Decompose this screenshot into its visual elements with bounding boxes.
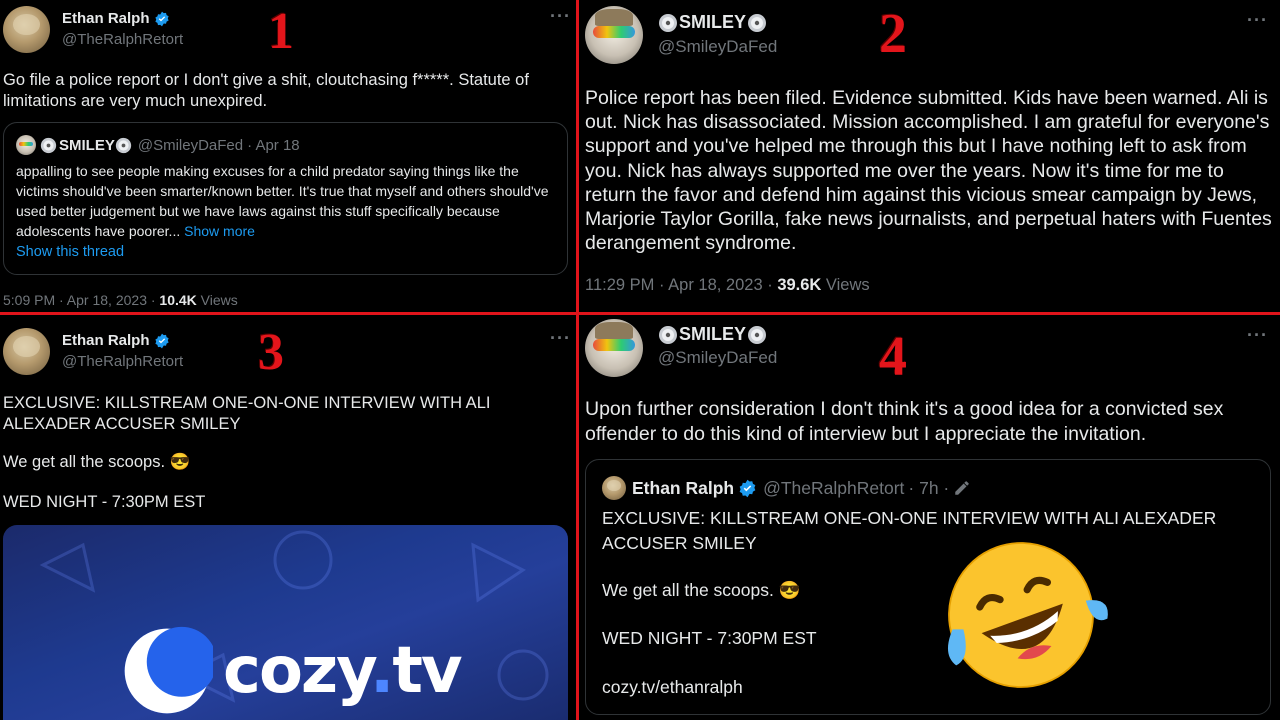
more-options-icon[interactable]: ··· <box>1247 10 1268 31</box>
cozy-moon-icon <box>124 626 213 714</box>
quote-age: · 7h · <box>908 477 950 498</box>
author-name-text[interactable]: Ethan Ralph <box>62 10 150 27</box>
author-handle[interactable]: @SmileyDaFed <box>658 348 777 368</box>
panel-number: 1 <box>268 3 294 60</box>
disc-icon <box>659 13 677 32</box>
author-name-text[interactable]: SMILEY <box>679 324 746 345</box>
author-handle[interactable]: @SmileyDaFed <box>658 37 777 57</box>
quote-avatar <box>602 476 626 500</box>
verified-badge-icon <box>154 333 169 348</box>
author-name[interactable]: Ethan Ralph <box>62 10 170 27</box>
media-card[interactable]: cozy.tv <box>3 525 568 720</box>
verified-badge-icon <box>739 479 756 497</box>
tweet-meta: 5:09 PM · Apr 18, 2023 · 10.4K Views <box>3 292 238 308</box>
tweet-panel-2: SMILEY @SmileyDaFed 2 ··· Police report … <box>579 0 1280 312</box>
views-count: 39.6K <box>777 276 822 294</box>
edit-icon <box>955 481 970 495</box>
author-name[interactable]: SMILEY <box>658 12 767 33</box>
cozy-word: cozy <box>223 634 372 708</box>
avatar[interactable] <box>3 6 50 53</box>
tweet-panel-1: Ethan Ralph @TheRalphRetort 1 ··· Go fil… <box>0 0 576 312</box>
show-more-link[interactable]: Show more <box>184 223 255 239</box>
avatar[interactable] <box>3 328 50 375</box>
quote-line-1: EXCLUSIVE: KILLSTREAM ONE-ON-ONE INTERVI… <box>602 508 1217 553</box>
verified-badge-icon <box>154 11 169 26</box>
quote-author-name: SMILEY <box>59 136 115 154</box>
author-name-text[interactable]: SMILEY <box>679 12 746 33</box>
quote-author-handle: @SmileyDaFed <box>137 136 244 154</box>
cozy-wordmark: cozy.tv <box>223 634 463 708</box>
quote-author-handle: @TheRalphRetort <box>763 477 905 498</box>
cozy-logo: cozy.tv <box>121 625 463 717</box>
tweet-text: Upon further consideration I don't think… <box>585 398 1224 445</box>
more-options-icon[interactable]: ··· <box>550 328 571 349</box>
quote-text-body: appalling to see people making excuses f… <box>16 163 549 239</box>
tweet-panel-4: SMILEY @SmileyDaFed 4 ··· Upon further c… <box>579 315 1280 720</box>
show-thread-link[interactable]: Show this thread <box>16 244 124 260</box>
quote-line-4[interactable]: cozy.tv/ethanralph <box>602 677 743 698</box>
horizontal-divider <box>0 312 1280 315</box>
quote-line-2: We get all the scoops. 😎 <box>602 580 801 600</box>
views-label: Views <box>196 292 238 308</box>
author-handle[interactable]: @TheRalphRetort <box>62 353 183 370</box>
quote-header: SMILEY @SmileyDaFed · Apr 18 <box>16 135 300 155</box>
cozy-dot: . <box>370 634 394 708</box>
panel-number: 3 <box>258 324 284 381</box>
avatar[interactable] <box>585 319 643 377</box>
laughing-emoji <box>931 525 1111 705</box>
quoted-tweet[interactable]: Ethan Ralph @TheRalphRetort · 7h · EXCLU… <box>585 459 1271 715</box>
avatar[interactable] <box>585 6 643 64</box>
timestamp[interactable]: 5:09 PM · Apr 18, 2023 · <box>3 292 159 308</box>
rolling-laughing-emoji-icon <box>947 542 1108 688</box>
tweet-line-2: We get all the scoops. 😎 <box>3 453 191 471</box>
tweet-text: Go file a police report or I don't give … <box>3 71 529 110</box>
more-options-icon[interactable]: ··· <box>1247 325 1268 346</box>
quote-author-name: Ethan Ralph <box>632 477 735 498</box>
views-count: 10.4K <box>159 292 197 308</box>
tweet-text: Police report has been filed. Evidence s… <box>585 87 1272 255</box>
panel-number: 2 <box>879 3 907 65</box>
author-name[interactable]: Ethan Ralph <box>62 332 170 349</box>
quote-avatar <box>16 135 36 155</box>
author-name-text[interactable]: Ethan Ralph <box>62 332 150 349</box>
quote-line-3: WED NIGHT - 7:30PM EST <box>602 628 817 648</box>
disc-icon <box>115 137 131 153</box>
more-options-icon[interactable]: ··· <box>550 6 571 27</box>
panel-number: 4 <box>879 326 907 388</box>
tweet-line-1: EXCLUSIVE: KILLSTREAM ONE-ON-ONE INTERVI… <box>3 394 491 433</box>
cozy-tld: tv <box>392 634 462 708</box>
disc-icon <box>40 137 57 153</box>
tweet-line-3: WED NIGHT - 7:30PM EST <box>3 493 206 511</box>
disc-icon <box>659 325 677 344</box>
views-label: Views <box>821 276 870 294</box>
quote-text: appalling to see people making excuses f… <box>16 161 556 241</box>
quote-header: Ethan Ralph @TheRalphRetort · 7h · <box>602 476 971 500</box>
disc-icon <box>748 325 767 344</box>
quoted-tweet[interactable]: SMILEY @SmileyDaFed · Apr 18 appalling t… <box>3 122 568 275</box>
tweet-panel-3: Ethan Ralph @TheRalphRetort 3 ··· EXCLUS… <box>0 315 576 720</box>
quote-date: · Apr 18 <box>247 136 300 154</box>
vertical-divider <box>576 0 579 720</box>
author-name[interactable]: SMILEY <box>658 324 767 345</box>
timestamp[interactable]: 11:29 PM · Apr 18, 2023 · <box>585 276 777 294</box>
tweet-meta: 11:29 PM · Apr 18, 2023 · 39.6K Views <box>585 276 870 295</box>
author-handle[interactable]: @TheRalphRetort <box>62 31 183 48</box>
disc-icon <box>748 13 767 32</box>
